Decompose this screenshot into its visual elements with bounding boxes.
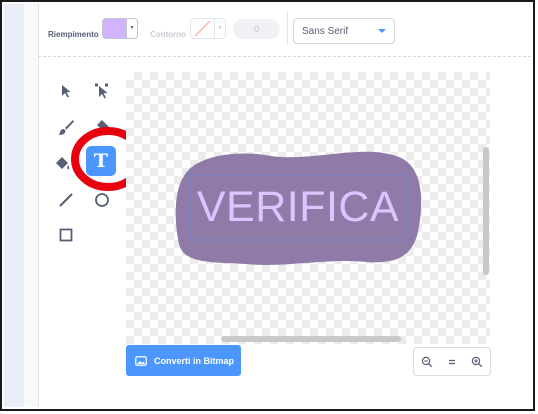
rectangle-icon: [59, 228, 73, 242]
reshape-icon: [95, 83, 108, 99]
select-arrow-icon: [62, 85, 71, 98]
drawing-canvas[interactable]: VERIFICA: [126, 72, 490, 344]
font-select[interactable]: Sans Serif: [293, 18, 395, 44]
no-color-slash-icon: [194, 20, 211, 37]
horizontal-scrollbar[interactable]: [221, 336, 401, 342]
chevron-down-icon: [378, 29, 386, 33]
zoom-out-button[interactable]: [414, 348, 439, 375]
fill-dropdown-caret[interactable]: ▾: [127, 18, 138, 39]
outline-label: Contorno: [150, 30, 186, 39]
image-icon: [135, 355, 147, 366]
outline-width-field[interactable]: 0: [233, 19, 280, 39]
zoom-reset-button[interactable]: [439, 348, 464, 375]
outline-color-swatch[interactable]: [190, 18, 215, 39]
toolbar-separator: [287, 12, 288, 44]
zoom-reset-icon: [448, 359, 455, 364]
canvas-text[interactable]: VERIFICA: [190, 175, 406, 240]
left-panel-divider: [24, 4, 39, 407]
fill-label: Riempimento: [48, 30, 99, 39]
tool-reshape[interactable]: [87, 76, 117, 106]
tool-rectangle[interactable]: [51, 220, 81, 250]
zoom-out-icon: [421, 356, 432, 367]
paint-editor: Riempimento ▾ Contorno ▾ 0 Sans Serif T …: [0, 0, 535, 411]
outline-dropdown-caret[interactable]: ▾: [215, 18, 226, 39]
tool-select[interactable]: [51, 76, 81, 106]
zoom-in-icon: [472, 356, 483, 367]
left-panel-strip: [4, 4, 25, 407]
font-select-value: Sans Serif: [302, 26, 349, 37]
convert-to-bitmap-button[interactable]: Converti in Bitmap: [126, 345, 241, 376]
zoom-in-button[interactable]: [465, 348, 490, 375]
zoom-controls: [413, 347, 491, 376]
fill-color-swatch[interactable]: [102, 18, 127, 39]
convert-to-bitmap-label: Converti in Bitmap: [154, 355, 235, 366]
vertical-scrollbar[interactable]: [483, 147, 489, 275]
